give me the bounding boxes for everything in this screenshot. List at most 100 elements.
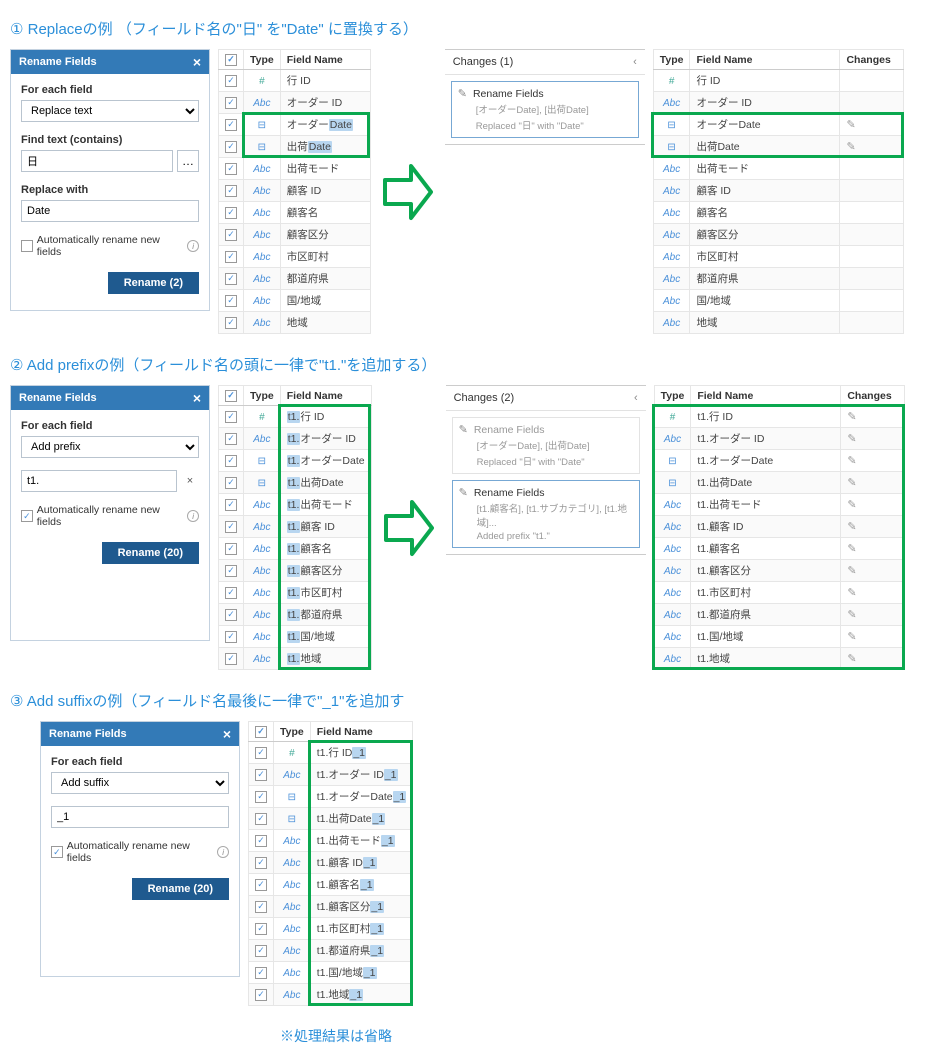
row-checkbox[interactable] [255,857,267,869]
row-checkbox[interactable] [255,901,267,913]
change-item[interactable]: ✎Rename Fields [t1.顧客名], [t1.サブカテゴリ], [t… [452,480,640,548]
edit-icon[interactable]: ✎ [847,521,856,533]
row-checkbox[interactable] [255,791,267,803]
close-icon[interactable]: × [193,55,201,69]
info-icon[interactable]: i [187,240,199,252]
row-checkbox[interactable] [225,565,237,577]
type-abc-icon: Abc [253,544,270,555]
row-checkbox[interactable] [225,75,237,87]
row-checkbox[interactable] [225,251,237,263]
edit-icon[interactable]: ✎ [847,543,856,555]
row-checkbox[interactable] [255,769,267,781]
edit-icon[interactable]: ✎ [847,455,856,467]
field-name-cell: 地域 [280,312,370,334]
for-each-select[interactable]: Add prefix [21,436,199,458]
field-name-cell: t1.国/地域 [691,626,841,648]
clear-icon[interactable]: × [181,475,199,487]
table-row: Abc t1.顧客 ID [219,516,372,538]
change-sub: Replaced "日" with "Date" [477,454,633,468]
info-icon[interactable]: i [217,846,229,858]
edit-icon[interactable]: ✎ [847,411,856,423]
edit-icon[interactable]: ✎ [847,587,856,599]
auto-rename-label: Automatically rename new fields [67,840,214,864]
row-checkbox[interactable] [225,141,237,153]
row-checkbox[interactable] [225,207,237,219]
change-item[interactable]: ✎Rename Fields [オーダーDate], [出荷Date] Repl… [451,81,639,138]
row-checkbox[interactable] [255,989,267,1001]
prefix-input[interactable] [21,470,177,492]
auto-rename-checkbox[interactable] [21,240,33,252]
edit-icon[interactable]: ✎ [847,477,856,489]
row-checkbox[interactable] [255,813,267,825]
changes-panel-1: Changes (1) ‹ ✎Rename Fields [オーダーDate],… [445,49,645,145]
row-checkbox[interactable] [225,653,237,665]
replace-with-input[interactable] [21,200,199,222]
row-checkbox[interactable] [225,97,237,109]
row-checkbox[interactable] [225,273,237,285]
field-name-cell: 都道府県 [280,268,370,290]
field-name-cell: t1.オーダー ID [691,428,841,450]
edit-icon[interactable]: ✎ [847,565,856,577]
auto-rename-checkbox[interactable] [51,846,63,858]
edit-icon[interactable]: ✎ [847,499,856,511]
edit-icon[interactable]: ✎ [847,631,856,643]
suffix-input[interactable] [51,806,229,828]
type-abc-icon: Abc [283,902,300,913]
type-abc-icon: Abc [283,968,300,979]
edit-icon[interactable]: ✎ [847,609,856,621]
row-checkbox[interactable] [225,119,237,131]
edit-icon[interactable]: ✎ [847,433,856,445]
row-checkbox[interactable] [225,185,237,197]
row-checkbox[interactable] [255,835,267,847]
field-name-cell: 行 ID [690,70,840,92]
row-checkbox[interactable] [225,295,237,307]
rename-fields-panel-3: Rename Fields × For each field Add suffi… [40,721,240,977]
close-icon[interactable]: × [223,727,231,741]
row-checkbox[interactable] [255,923,267,935]
close-icon[interactable]: × [193,391,201,405]
row-checkbox[interactable] [225,455,237,467]
type-abc-icon: Abc [664,500,681,511]
row-checkbox[interactable] [225,521,237,533]
row-checkbox[interactable] [255,747,267,759]
field-name-cell: 顧客区分 [280,224,370,246]
row-checkbox[interactable] [225,543,237,555]
edit-icon[interactable]: ✎ [847,653,856,665]
row-checkbox[interactable] [225,390,237,402]
rename-button[interactable]: Rename (2) [108,272,199,294]
row-checkbox[interactable] [225,477,237,489]
type-dt-icon: ⊟ [668,456,676,467]
type-abc-icon: Abc [253,654,270,665]
find-more-button[interactable]: … [177,150,199,172]
edit-icon[interactable]: ✎ [846,141,855,153]
for-each-select[interactable]: Add suffix [51,772,229,794]
auto-rename-checkbox[interactable] [21,510,33,522]
row-checkbox[interactable] [225,609,237,621]
row-checkbox[interactable] [225,587,237,599]
row-checkbox[interactable] [255,879,267,891]
info-icon[interactable]: i [187,510,199,522]
find-text-input[interactable] [21,150,173,172]
change-item[interactable]: ✎Rename Fields [オーダーDate], [出荷Date] Repl… [452,417,640,474]
rename-button[interactable]: Rename (20) [102,542,199,564]
for-each-select[interactable]: Replace text [21,100,199,122]
chevron-left-icon[interactable]: ‹ [634,392,638,404]
section-1-title: ① Replaceの例 （フィールド名の"日" を"Date" に置換する） [10,18,931,39]
type-abc-icon: Abc [283,858,300,869]
row-checkbox[interactable] [225,317,237,329]
row-checkbox[interactable] [255,967,267,979]
row-checkbox[interactable] [225,433,237,445]
row-checkbox[interactable] [225,411,237,423]
row-checkbox[interactable] [225,631,237,643]
row-checkbox[interactable] [225,54,237,66]
row-checkbox[interactable] [255,945,267,957]
table-row: # 行 ID [653,70,904,92]
rename-button[interactable]: Rename (20) [132,878,229,900]
field-name-cell: t1.顧客区分_1 [310,896,413,918]
row-checkbox[interactable] [225,229,237,241]
chevron-left-icon[interactable]: ‹ [633,56,637,68]
edit-icon[interactable]: ✎ [846,119,855,131]
row-checkbox[interactable] [225,499,237,511]
row-checkbox[interactable] [225,163,237,175]
row-checkbox[interactable] [255,726,267,738]
